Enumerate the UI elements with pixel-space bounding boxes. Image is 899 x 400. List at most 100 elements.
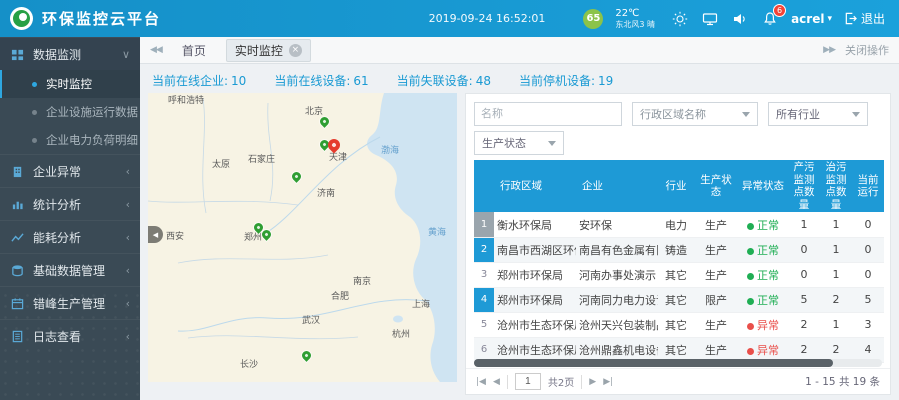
cell-abnormal-status: 正常 bbox=[738, 212, 788, 237]
cell-pollution-points: 1 bbox=[788, 212, 820, 237]
column-header[interactable]: 产污监测点数量 bbox=[788, 160, 820, 212]
temperature: 22℃ bbox=[615, 8, 655, 20]
table-row[interactable]: 5沧州市生态环保局沧州天兴包装制品其它生产异常213 bbox=[474, 312, 884, 337]
user-menu[interactable]: acrel ▾ bbox=[791, 12, 832, 26]
stat-item: 当前停机设备:19 bbox=[519, 72, 613, 89]
cell-industry: 电力 bbox=[658, 212, 694, 237]
cell-running-count: 0 bbox=[852, 262, 884, 287]
sidebar-section-2[interactable]: 统计分析‹ bbox=[0, 187, 140, 220]
production-status-filter-select[interactable]: 生产状态 bbox=[474, 131, 564, 155]
column-header[interactable]: 行政区域 bbox=[494, 160, 576, 212]
region-filter-select[interactable]: 行政区域名称 bbox=[632, 102, 758, 126]
name-filter-input[interactable] bbox=[474, 102, 622, 126]
sidebar-item-1[interactable]: 企业设施运行数据 bbox=[0, 98, 140, 126]
column-header[interactable]: 治污监测点数量 bbox=[820, 160, 852, 212]
cell-industry: 铸造 bbox=[658, 237, 694, 262]
column-header[interactable]: 当前运行 bbox=[852, 160, 884, 212]
chevron-down-icon bbox=[852, 112, 860, 117]
prev-page-button[interactable]: ◀ bbox=[493, 377, 500, 387]
stats-bar: 当前在线企业:10 当前在线设备:61 当前失联设备:48 当前停机设备:19 bbox=[148, 69, 891, 91]
table-row[interactable]: 4郑州市环保局河南同力电力设计其它限产正常525 bbox=[474, 287, 884, 312]
page-number-input[interactable] bbox=[515, 373, 541, 390]
sidebar-section-4[interactable]: 基础数据管理‹ bbox=[0, 253, 140, 286]
tab-close-icon[interactable]: × bbox=[289, 44, 302, 57]
chevron-left-icon: ‹ bbox=[126, 297, 130, 310]
sidebar-section-1[interactable]: 企业异常‹ bbox=[0, 154, 140, 187]
table-row[interactable]: 2南昌市西湖区环保局南昌有色金属有限公司铸造生产正常010 bbox=[474, 237, 884, 262]
calendar-icon bbox=[10, 296, 24, 310]
table-row[interactable]: 1衡水环保局安环保电力生产正常110 bbox=[474, 212, 884, 237]
first-page-button[interactable]: |◀ bbox=[476, 377, 486, 387]
cell-abnormal-status: 正常 bbox=[738, 262, 788, 287]
chevron-left-icon: ‹ bbox=[126, 165, 130, 178]
sidebar-section-3[interactable]: 能耗分析‹ bbox=[0, 220, 140, 253]
column-header[interactable]: 生产状态 bbox=[694, 160, 738, 212]
stat-item: 当前在线设备:61 bbox=[274, 72, 368, 89]
tab-bar: ◀◀ 首页 实时监控 × ▶▶ 关闭操作 bbox=[140, 37, 899, 64]
tab-scroll-left-button[interactable]: ◀◀ bbox=[150, 45, 162, 55]
log-icon bbox=[10, 329, 24, 343]
cell-treatment-points: 1 bbox=[820, 237, 852, 262]
cell-running-count: 3 bbox=[852, 312, 884, 337]
close-operations-button[interactable]: 关闭操作 bbox=[845, 42, 889, 58]
sidebar-section-0[interactable]: 数据监测∨ bbox=[0, 37, 140, 70]
tab-scroll-right-button[interactable]: ▶▶ bbox=[823, 45, 835, 55]
cell-treatment-points: 1 bbox=[820, 312, 852, 337]
results-table: 行政区域企业行业生产状态异常状态产污监测点数量治污监测点数量当前运行 1衡水环保… bbox=[474, 160, 884, 388]
chevron-down-icon bbox=[548, 141, 556, 146]
tab-realtime-monitor[interactable]: 实时监控 × bbox=[226, 39, 311, 62]
monitor-panel: 行政区域名称 所有行业 生产状态 行政区域企业行业生产状态异常状态产污监 bbox=[465, 93, 891, 395]
cell-production-status: 生产 bbox=[694, 312, 738, 337]
chevron-left-icon: ‹ bbox=[126, 264, 130, 277]
status-dot-icon bbox=[747, 323, 754, 330]
cell-production-status: 限产 bbox=[694, 287, 738, 312]
cell-company: 安环保 bbox=[576, 212, 658, 237]
cell-treatment-points: 2 bbox=[820, 287, 852, 312]
map-base bbox=[148, 93, 457, 382]
cell-pollution-points: 2 bbox=[788, 312, 820, 337]
last-page-button[interactable]: ▶| bbox=[603, 377, 613, 387]
sidebar-section-5[interactable]: 错峰生产管理‹ bbox=[0, 286, 140, 319]
data-monitor-icon bbox=[10, 47, 24, 61]
sidebar-menu: 数据监测∨实时监控企业设施运行数据企业电力负荷明细企业异常‹统计分析‹能耗分析‹… bbox=[0, 37, 140, 352]
table-header: 行政区域企业行业生产状态异常状态产污监测点数量治污监测点数量当前运行 bbox=[474, 160, 884, 212]
cell-company: 沧州天兴包装制品 bbox=[576, 312, 658, 337]
datetime: 2019-09-24 16:52:01 bbox=[429, 12, 546, 25]
cell-production-status: 生产 bbox=[694, 237, 738, 262]
aqi-badge: 65 bbox=[583, 9, 603, 29]
cell-pollution-points: 5 bbox=[788, 287, 820, 312]
cell-company: 南昌有色金属有限公司 bbox=[576, 237, 658, 262]
line-chart-icon bbox=[10, 230, 24, 244]
tab-home[interactable]: 首页 bbox=[172, 39, 216, 62]
speaker-icon[interactable] bbox=[731, 10, 749, 28]
bullet-icon bbox=[32, 82, 37, 87]
cell-region: 沧州市生态环保局 bbox=[494, 312, 576, 337]
stat-item: 当前在线企业:10 bbox=[152, 72, 246, 89]
pagination-bar: |◀ ◀ 共2页 ▶ ▶| 1 - 15 共 19 条 bbox=[466, 368, 890, 394]
map-canvas[interactable]: ◀ 呼和浩特北京天津石家庄太原济南西安郑州南京合肥上海武汉杭州长沙渤海黄海 bbox=[148, 93, 457, 382]
table-row[interactable]: 3郑州市环保局河南办事处演示其它生产正常010 bbox=[474, 262, 884, 287]
bullet-icon bbox=[32, 138, 37, 143]
industry-filter-select[interactable]: 所有行业 bbox=[768, 102, 868, 126]
notifications-bell-icon[interactable]: 6 bbox=[761, 10, 779, 28]
row-number: 5 bbox=[474, 312, 494, 337]
sidebar-item-0[interactable]: 实时监控 bbox=[0, 70, 140, 98]
sidebar-item-2[interactable]: 企业电力负荷明细 bbox=[0, 126, 140, 154]
sidebar-section-6[interactable]: 日志查看‹ bbox=[0, 319, 140, 352]
column-header[interactable]: 异常状态 bbox=[738, 160, 788, 212]
monitor-icon[interactable] bbox=[701, 10, 719, 28]
horizontal-scrollbar-thumb[interactable] bbox=[474, 359, 833, 367]
app-title: 环保监控云平台 bbox=[42, 8, 161, 29]
cell-industry: 其它 bbox=[658, 262, 694, 287]
cell-abnormal-status: 正常 bbox=[738, 287, 788, 312]
logout-label: 退出 bbox=[861, 10, 885, 27]
column-header[interactable]: 行业 bbox=[658, 160, 694, 212]
next-page-button[interactable]: ▶ bbox=[589, 377, 596, 387]
cell-abnormal-status: 异常 bbox=[738, 312, 788, 337]
weather-info: 22℃ 东北风3 晴 bbox=[615, 8, 655, 29]
cell-company: 河南办事处演示 bbox=[576, 262, 658, 287]
cell-industry: 其它 bbox=[658, 287, 694, 312]
column-header[interactable]: 企业 bbox=[576, 160, 658, 212]
logout-button[interactable]: 退出 bbox=[844, 10, 885, 27]
stat-item: 当前失联设备:48 bbox=[397, 72, 491, 89]
